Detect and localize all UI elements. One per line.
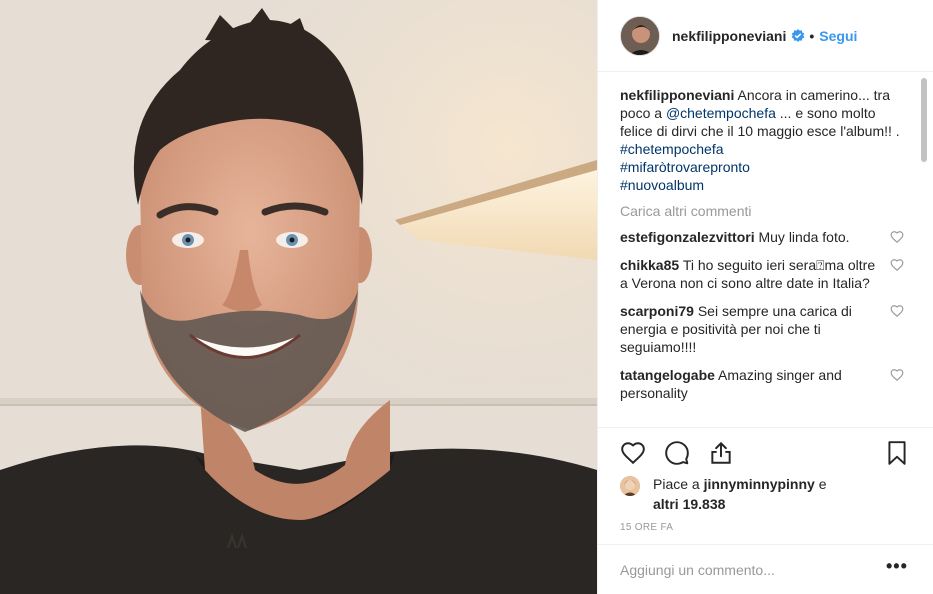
author-username[interactable]: nekfilipponeviani — [672, 28, 786, 44]
likes-conj: e — [818, 476, 827, 492]
instagram-post-window: nekfilipponeviani • Segui nekfilipponevi… — [0, 0, 933, 594]
header-separator: • — [809, 27, 815, 44]
like-comment-heart-icon[interactable] — [890, 230, 904, 244]
share-icon[interactable] — [708, 440, 734, 466]
likes-summary: Piace a jinnyminnypinny e altri 19.838 — [620, 474, 920, 514]
caption-mention-link[interactable]: @chetempochefa — [666, 105, 776, 121]
comment-item: scarponi79 Sei sempre una carica di ener… — [620, 302, 904, 356]
comment-input[interactable] — [620, 559, 870, 581]
follow-button[interactable]: Segui — [819, 28, 857, 44]
hashtag-link[interactable]: #mifaròtrovarepronto — [620, 158, 904, 176]
post-header: nekfilipponeviani • Segui — [598, 0, 933, 72]
selfie-photo-icon — [0, 0, 597, 594]
comment-text: Muy linda foto. — [758, 229, 850, 245]
post-photo[interactable] — [0, 0, 597, 594]
caption-username[interactable]: nekfilipponeviani — [620, 87, 734, 103]
comment-username[interactable]: estefigonzalezvittori — [620, 229, 755, 245]
heart-icon[interactable] — [620, 440, 646, 466]
comment-username[interactable]: chikka85 — [620, 257, 679, 273]
avatar-icon — [620, 476, 640, 496]
comment-username[interactable]: scarponi79 — [620, 303, 694, 319]
author-avatar[interactable] — [620, 15, 660, 56]
like-comment-heart-icon[interactable] — [890, 258, 904, 272]
likes-text: Piace a jinnyminnypinny e altri 19.838 — [653, 474, 827, 514]
hashtag-link[interactable]: #nuovoalbum — [620, 176, 904, 194]
like-comment-heart-icon[interactable] — [890, 304, 904, 318]
post-caption: nekfilipponeviani Ancora in camerino... … — [620, 86, 904, 194]
liker-username-link[interactable]: jinnyminnypinny — [704, 476, 815, 492]
avatar-icon — [621, 16, 659, 55]
like-comment-heart-icon[interactable] — [890, 368, 904, 382]
comment-username[interactable]: tatangelogabe — [620, 367, 715, 383]
load-more-comments-button[interactable]: Carica altri commenti — [620, 202, 904, 220]
comments-scrollbar[interactable] — [920, 78, 928, 428]
liker-avatar[interactable] — [620, 476, 640, 496]
hashtag-link[interactable]: #chetempochefa — [620, 140, 904, 158]
post-actions-bar — [598, 427, 933, 479]
comment-item: estefigonzalezvittori Muy linda foto. — [620, 228, 904, 246]
post-timestamp[interactable]: 15 ORE FA — [620, 522, 673, 533]
comment-item: chikka85 Ti ho seguito ieri sera⍰ma oltr… — [620, 256, 904, 292]
likes-prefix: Piace a — [653, 476, 700, 492]
comment-item: tatangelogabe Amazing singer and persona… — [620, 366, 904, 402]
scrollbar-thumb[interactable] — [921, 78, 927, 162]
add-comment-bar: ••• — [598, 544, 933, 594]
comment-icon[interactable] — [664, 440, 690, 466]
bookmark-icon[interactable] — [884, 440, 910, 466]
comments-list[interactable]: nekfilipponeviani Ancora in camerino... … — [620, 86, 904, 426]
likes-count-link[interactable]: altri 19.838 — [653, 496, 725, 512]
verified-badge-icon — [791, 28, 805, 43]
more-options-button[interactable]: ••• — [886, 557, 907, 579]
post-details-panel: nekfilipponeviani • Segui nekfilipponevi… — [597, 0, 933, 594]
